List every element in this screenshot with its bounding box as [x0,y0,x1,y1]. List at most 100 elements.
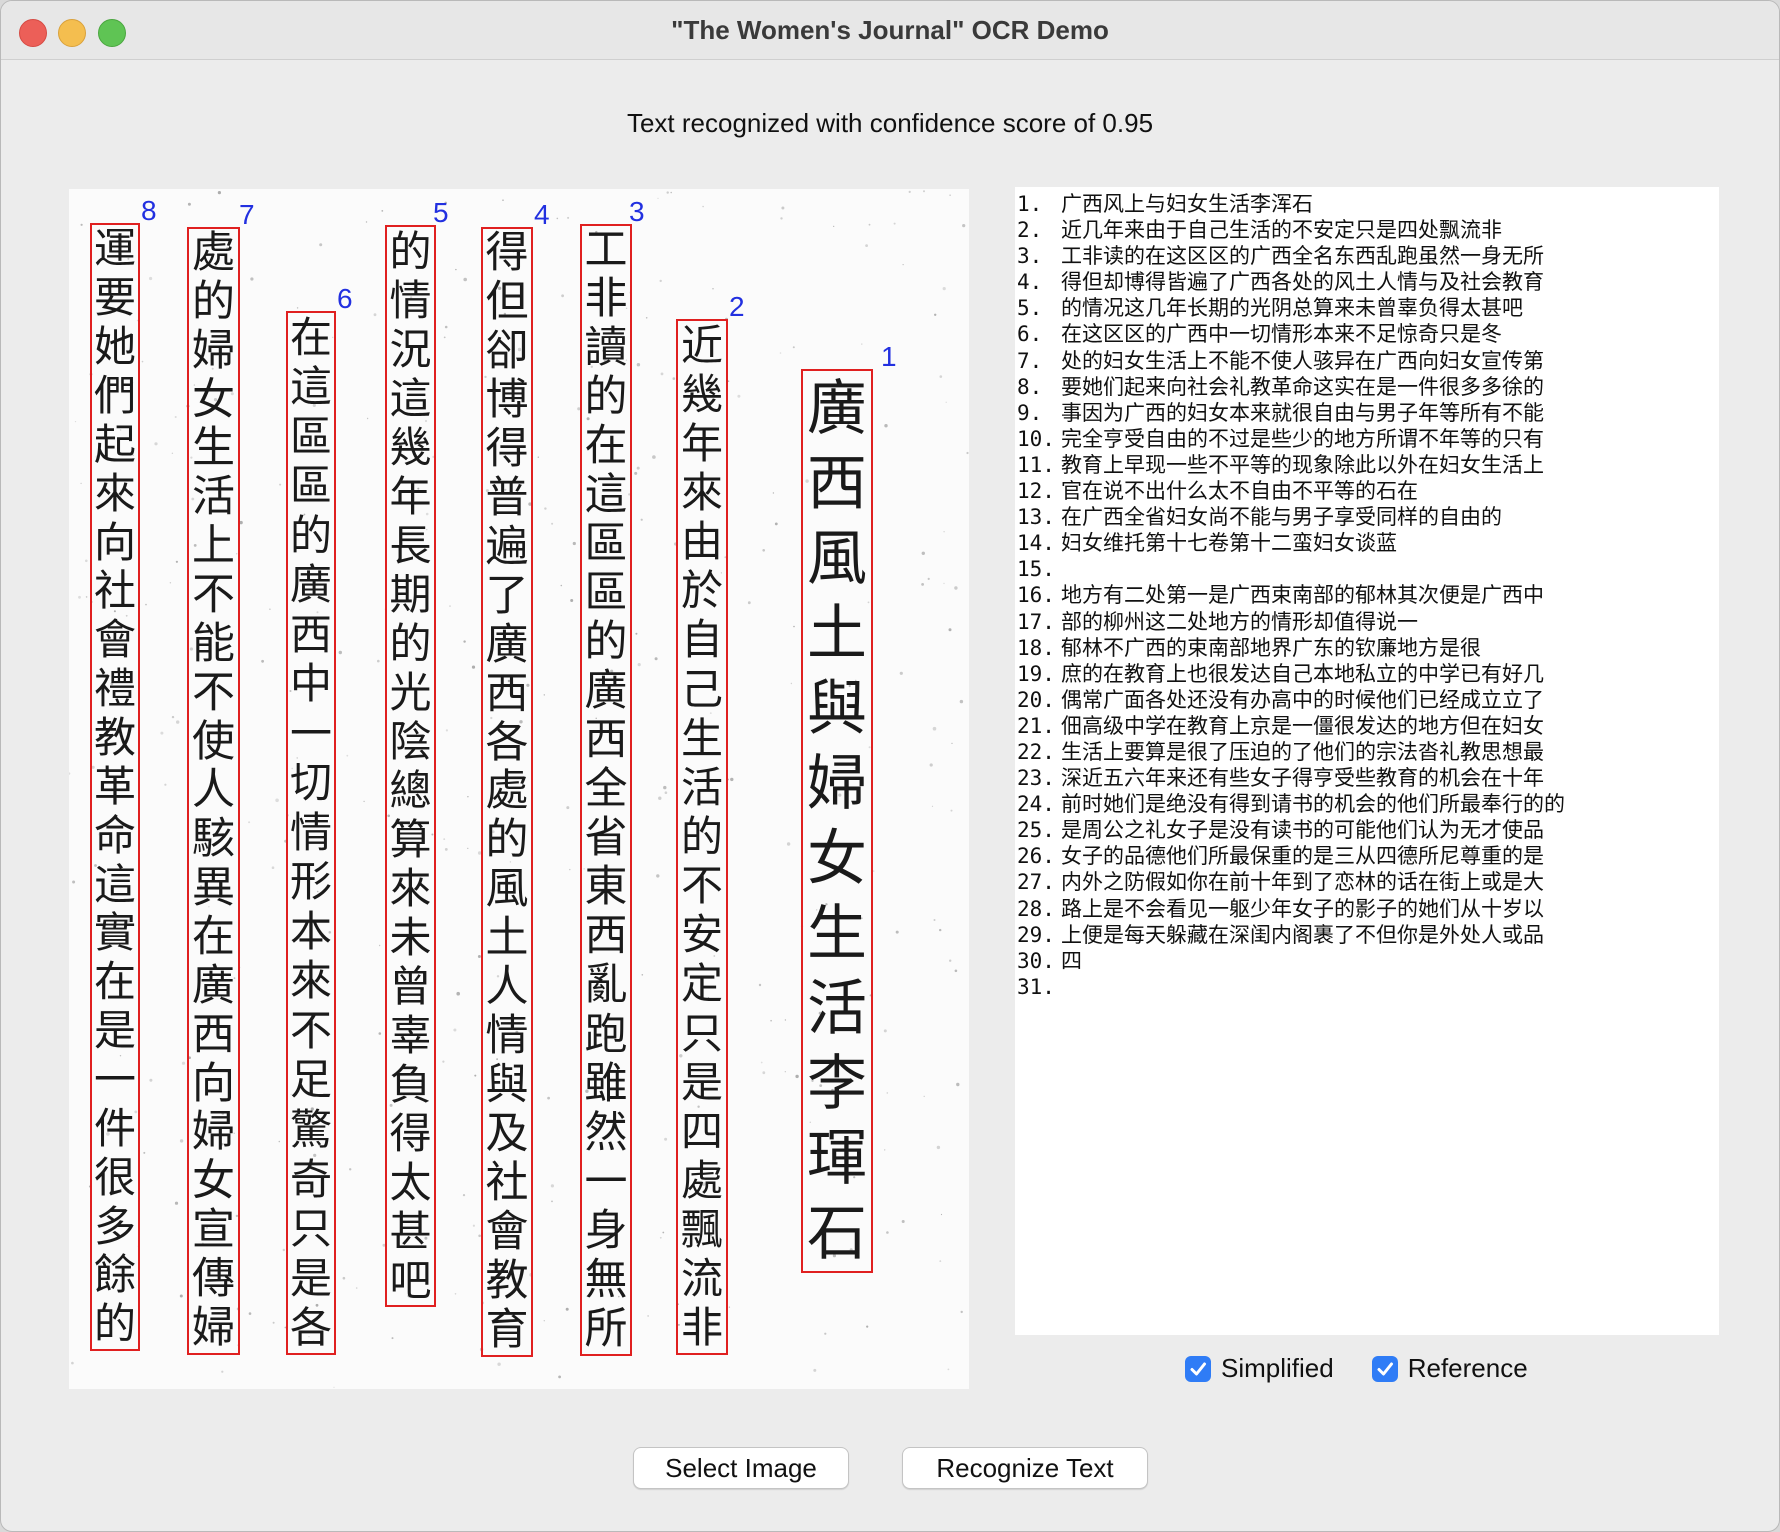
column-char: 定 [680,959,723,1009]
select-image-button[interactable]: Select Image [633,1447,849,1489]
detection-box-label: 5 [433,197,449,228]
ocr-line: 19. 庶的在教育上也很发达自己本地私立的中学已有好几 [1015,661,1719,687]
speckle-dot [956,1082,960,1087]
column-char: 餘 [93,1250,136,1300]
column-char: 育 [485,1304,529,1355]
speckle-dot [272,1321,275,1324]
ocr-line-number: 16. [1017,583,1055,608]
ocr-line: 27. 内外之防假如你在前十年到了恋林的话在街上或是大 [1015,869,1719,895]
column-char: 足 [289,1055,332,1105]
speckle-dot [949,194,951,196]
speckle-dot [702,205,704,208]
column-char: 了 [485,570,529,621]
ocr-line-number: 18. [1017,635,1055,660]
column-char: 身 [584,1205,628,1256]
simplified-option[interactable]: Simplified [1185,1353,1334,1384]
speckle-dot [636,363,641,367]
speckle-dot [932,726,937,731]
speckle-dot [737,394,741,398]
speckle-dot [80,482,82,485]
column-char: 在 [192,911,235,962]
speckle-dot [712,288,714,290]
ocr-line: 7. 处的妇女生活上不能不使人骇异在广西向妇女宣传第 [1015,348,1719,374]
column-char: 四 [680,1106,723,1156]
column-char: 們 [93,371,136,420]
column-char: 李 [807,1048,867,1119]
column-char: 跑 [584,1009,628,1060]
column-char: 會 [485,1207,529,1258]
speckle-dot [279,483,282,486]
speckle-dot [561,294,564,298]
speckle-dot [171,715,175,719]
ocr-line: 4. 得但却博得皆遍了广西各处的风土人情与及社会教育 [1015,269,1719,295]
ocr-line-number: 30. [1017,948,1055,973]
column-char: 中 [289,659,332,709]
ocr-line: 3. 工非读的在这区区的广西全名东西乱跑虽然一身无所 [1015,243,1719,269]
speckle-dot [467,796,469,798]
speckle-dot [174,1201,179,1205]
column-char: 駭 [192,814,235,865]
column-char: 的 [485,815,529,866]
app-window: "The Women's Journal" OCR Demo Text reco… [0,0,1780,1532]
speckle-dot [271,866,275,869]
ocr-line-number: 25. [1017,818,1055,843]
speckle-dot [85,559,88,563]
speckle-dot [174,416,177,418]
ocr-line: 23. 深近五六年来还有些女子得亨受些教育的机会在十年 [1015,765,1719,791]
speckle-dot [645,317,648,319]
column-char: 的 [192,276,235,327]
scanned-image-panel: 廣西風土與婦女生活李琿石1近幾年來由於自己生活的不安定只是四處飄流非2工非讀的在… [69,189,969,1389]
speckle-dot [444,325,448,329]
speckle-dot [663,785,667,790]
speckle-dot [443,838,446,840]
speckle-dot [551,522,554,525]
ocr-line-number: 6. [1017,322,1043,347]
ocr-line-number: 17. [1017,609,1055,634]
column-char: 曾 [389,961,432,1011]
column-char: 於 [680,566,723,616]
speckle-dot [786,842,791,846]
column-char: 與 [485,1060,529,1111]
column-char: 她 [93,322,136,372]
ocr-line-text: 生活上要算是很了压迫的了他们的宗法沓礼教思想最 [1061,739,1544,764]
reference-checkbox[interactable] [1371,1355,1398,1382]
speckle-dot [154,442,158,446]
column-char: 辜 [389,1010,432,1060]
simplified-checkbox[interactable] [1185,1355,1211,1382]
speckle-dot [346,754,349,757]
ocr-line-number: 19. [1017,661,1055,686]
speckle-dot [784,1071,786,1073]
column-char: 女 [192,1156,235,1207]
ocr-detection-box: 在這區區的廣西中一切情形本來不足驚奇只是各 [286,311,336,1355]
ocr-line: 29. 上便是每天躲藏在深闺内阁裹了不但你是外处人或品 [1015,922,1719,948]
recognize-text-button[interactable]: Recognize Text [902,1447,1148,1489]
speckle-dot [966,451,969,455]
column-char: 這 [584,470,628,521]
speckle-dot [939,1260,942,1262]
speckle-dot [813,1368,817,1372]
column-char: 土 [485,913,529,964]
column-char: 飄 [680,1205,723,1255]
ocr-line: 17. 部的柳州这二处地方的情形却值得说一 [1015,609,1719,635]
speckle-dot [772,492,775,494]
speckle-dot [570,599,574,602]
speckle-dot [939,928,942,932]
speckle-dot [659,1236,662,1239]
ocr-line-number: 28. [1017,896,1055,921]
column-char: 區 [584,519,628,570]
speckle-dot [758,983,762,987]
column-char: 生 [192,423,235,474]
column-char: 驚 [289,1105,332,1154]
title-bar: "The Women's Journal" OCR Demo [1,1,1779,60]
reference-option[interactable]: Reference [1371,1353,1528,1384]
column-char: 負 [389,1059,432,1109]
ocr-line: 15. [1015,556,1719,582]
ocr-text-output[interactable]: 1. 广西风上与妇女生活李浑石 2. 近几年来由于自己生活的不安定只是四处飘流非 3. 工… [1015,187,1719,1335]
column-char: 使 [192,716,235,767]
speckle-dot [747,601,751,605]
ocr-line-number: 4. [1017,270,1043,295]
speckle-dot [566,806,570,810]
speckle-dot [141,360,144,363]
column-char: 人 [485,962,529,1013]
speckle-dot [672,377,676,380]
